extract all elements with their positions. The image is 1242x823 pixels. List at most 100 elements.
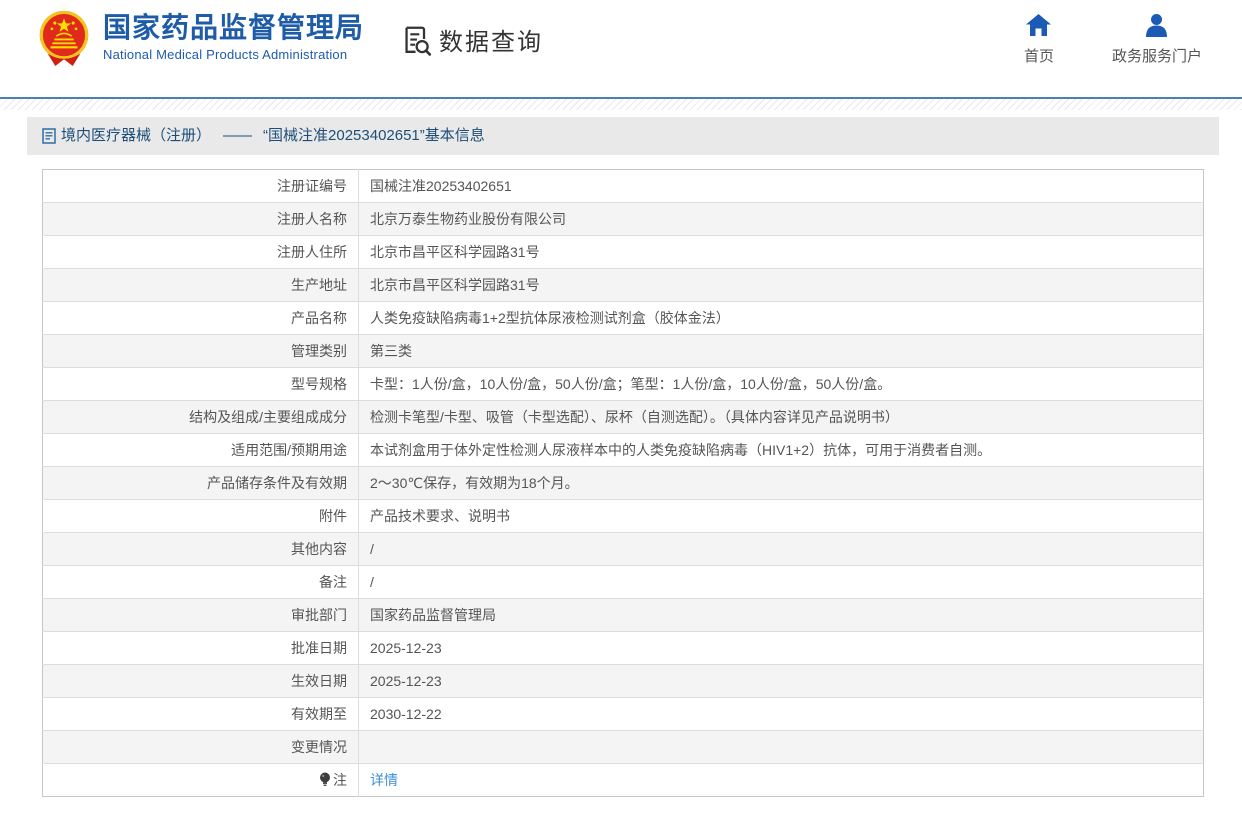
- row-value: 本试剂盒用于体外定性检测人尿液样本中的人类免疫缺陷病毒（HIV1+2）抗体，可用…: [359, 434, 1204, 467]
- row-label: 附件: [319, 508, 347, 524]
- row-label: 型号规格: [291, 376, 347, 392]
- detail-link[interactable]: 详情: [370, 772, 398, 788]
- table-row: 注 详情: [43, 764, 1204, 797]
- site-header: 国家药品监督管理局 National Medical Products Admi…: [0, 0, 1242, 97]
- row-label-cell: 批准日期: [43, 632, 359, 665]
- table-row: 生产地址 北京市昌平区科学园路31号: [43, 269, 1204, 302]
- row-label: 生效日期: [291, 673, 347, 689]
- table-row: 备注 /: [43, 566, 1204, 599]
- row-value: 国家药品监督管理局: [359, 599, 1204, 632]
- row-value: 产品技术要求、说明书: [359, 500, 1204, 533]
- home-icon: [1025, 12, 1052, 38]
- table-row: 批准日期 2025-12-23: [43, 632, 1204, 665]
- row-label-cell: 适用范围/预期用途: [43, 434, 359, 467]
- row-label-cell: 产品储存条件及有效期: [43, 467, 359, 500]
- table-row: 注册人名称 北京万泰生物药业股份有限公司: [43, 203, 1204, 236]
- table-row: 审批部门 国家药品监督管理局: [43, 599, 1204, 632]
- table-row: 结构及组成/主要组成成分 检测卡笔型/卡型、吸管（卡型选配）、尿杯（自测选配）。…: [43, 401, 1204, 434]
- info-table: 注册证编号 国械注准20253402651 注册人名称 北京万泰生物药业股份有限…: [42, 169, 1204, 797]
- row-label-cell: 生效日期: [43, 665, 359, 698]
- page-title: “国械注准20253402651”基本信息: [263, 117, 485, 155]
- row-value: /: [359, 533, 1204, 566]
- table-row: 附件 产品技术要求、说明书: [43, 500, 1204, 533]
- row-value: 2025-12-23: [359, 632, 1204, 665]
- row-label: 批准日期: [291, 640, 347, 656]
- table-row: 型号规格 卡型：1人份/盒，10人份/盒，50人份/盒；笔型：1人份/盒，10人…: [43, 368, 1204, 401]
- logo-text: 国家药品监督管理局 National Medical Products Admi…: [103, 9, 364, 62]
- section-title: 数据查询: [439, 22, 543, 57]
- document-icon: [42, 128, 61, 144]
- info-table-body: 注册证编号 国械注准20253402651 注册人名称 北京万泰生物药业股份有限…: [43, 170, 1204, 797]
- table-row: 有效期至 2030-12-22: [43, 698, 1204, 731]
- row-label: 注: [333, 772, 347, 788]
- row-label-cell: 型号规格: [43, 368, 359, 401]
- row-label-cell: 注: [43, 764, 359, 797]
- row-value: 卡型：1人份/盒，10人份/盒，50人份/盒；笔型：1人份/盒，10人份/盒，5…: [359, 368, 1204, 401]
- top-nav: 首页 政务服务门户: [966, 12, 1202, 66]
- row-label: 注册人住所: [277, 244, 347, 260]
- row-label: 其他内容: [291, 541, 347, 557]
- table-row: 产品名称 人类免疫缺陷病毒1+2型抗体尿液检测试剂盒（胶体金法）: [43, 302, 1204, 335]
- table-row: 变更情况: [43, 731, 1204, 764]
- row-label-cell: 注册人住所: [43, 236, 359, 269]
- row-label-cell: 结构及组成/主要组成成分: [43, 401, 359, 434]
- site-title: 国家药品监督管理局: [103, 13, 364, 44]
- row-value: 2025-12-23: [359, 665, 1204, 698]
- row-label: 适用范围/预期用途: [231, 442, 347, 458]
- row-label-cell: 有效期至: [43, 698, 359, 731]
- row-label-cell: 附件: [43, 500, 359, 533]
- nav-home[interactable]: 首页: [1024, 12, 1054, 66]
- row-label: 变更情况: [291, 739, 347, 755]
- row-value: 2030-12-22: [359, 698, 1204, 731]
- row-label-cell: 备注: [43, 566, 359, 599]
- table-row: 注册证编号 国械注准20253402651: [43, 170, 1204, 203]
- row-value: 第三类: [359, 335, 1204, 368]
- row-label: 结构及组成/主要组成成分: [189, 409, 347, 425]
- row-label: 有效期至: [291, 706, 347, 722]
- row-label: 审批部门: [291, 607, 347, 623]
- row-label-cell: 审批部门: [43, 599, 359, 632]
- row-value: [359, 731, 1204, 764]
- site-subtitle: National Medical Products Administration: [103, 47, 364, 62]
- row-value: 北京市昌平区科学园路31号: [359, 269, 1204, 302]
- row-value: 检测卡笔型/卡型、吸管（卡型选配）、尿杯（自测选配）。（具体内容详见产品说明书）: [359, 401, 1204, 434]
- row-value: /: [359, 566, 1204, 599]
- national-emblem-icon: [35, 9, 103, 67]
- data-query-section: 数据查询: [399, 22, 543, 57]
- nav-portal[interactable]: 政务服务门户: [1112, 12, 1202, 66]
- table-row: 适用范围/预期用途 本试剂盒用于体外定性检测人尿液样本中的人类免疫缺陷病毒（HI…: [43, 434, 1204, 467]
- row-label-cell: 变更情况: [43, 731, 359, 764]
- table-row: 产品储存条件及有效期 2～30℃保存，有效期为18个月。: [43, 467, 1204, 500]
- row-value: 北京万泰生物药业股份有限公司: [359, 203, 1204, 236]
- table-row: 管理类别 第三类: [43, 335, 1204, 368]
- table-row: 生效日期 2025-12-23: [43, 665, 1204, 698]
- row-label-cell: 管理类别: [43, 335, 359, 368]
- user-icon: [1143, 12, 1170, 38]
- breadcrumb-separator: ——: [223, 117, 251, 155]
- row-label-cell: 其他内容: [43, 533, 359, 566]
- nav-portal-label: 政务服务门户: [1112, 45, 1202, 66]
- nav-home-label: 首页: [1024, 45, 1054, 66]
- row-label: 管理类别: [291, 343, 347, 359]
- data-query-icon: [399, 23, 439, 57]
- row-label-cell: 生产地址: [43, 269, 359, 302]
- row-label: 生产地址: [291, 277, 347, 293]
- header-hatch-texture: [0, 99, 1242, 110]
- table-row: 其他内容 /: [43, 533, 1204, 566]
- row-label: 注册证编号: [277, 178, 347, 194]
- row-label: 产品名称: [291, 310, 347, 326]
- row-label: 产品储存条件及有效期: [207, 475, 347, 491]
- row-value: 国械注准20253402651: [359, 170, 1204, 203]
- row-label: 备注: [319, 574, 347, 590]
- breadcrumb: 境内医疗器械（注册） —— “国械注准20253402651”基本信息: [27, 117, 1219, 155]
- table-row: 注册人住所 北京市昌平区科学园路31号: [43, 236, 1204, 269]
- row-value: 2～30℃保存，有效期为18个月。: [359, 467, 1204, 500]
- bulb-icon: [319, 772, 331, 790]
- row-label-cell: 产品名称: [43, 302, 359, 335]
- row-value: 人类免疫缺陷病毒1+2型抗体尿液检测试剂盒（胶体金法）: [359, 302, 1204, 335]
- breadcrumb-category: 境内医疗器械（注册）: [61, 117, 211, 155]
- row-value: 详情: [359, 764, 1204, 797]
- content-area: 境内医疗器械（注册） —— “国械注准20253402651”基本信息 注册证编…: [27, 117, 1219, 797]
- site-logo[interactable]: 国家药品监督管理局 National Medical Products Admi…: [35, 9, 364, 67]
- row-value: 北京市昌平区科学园路31号: [359, 236, 1204, 269]
